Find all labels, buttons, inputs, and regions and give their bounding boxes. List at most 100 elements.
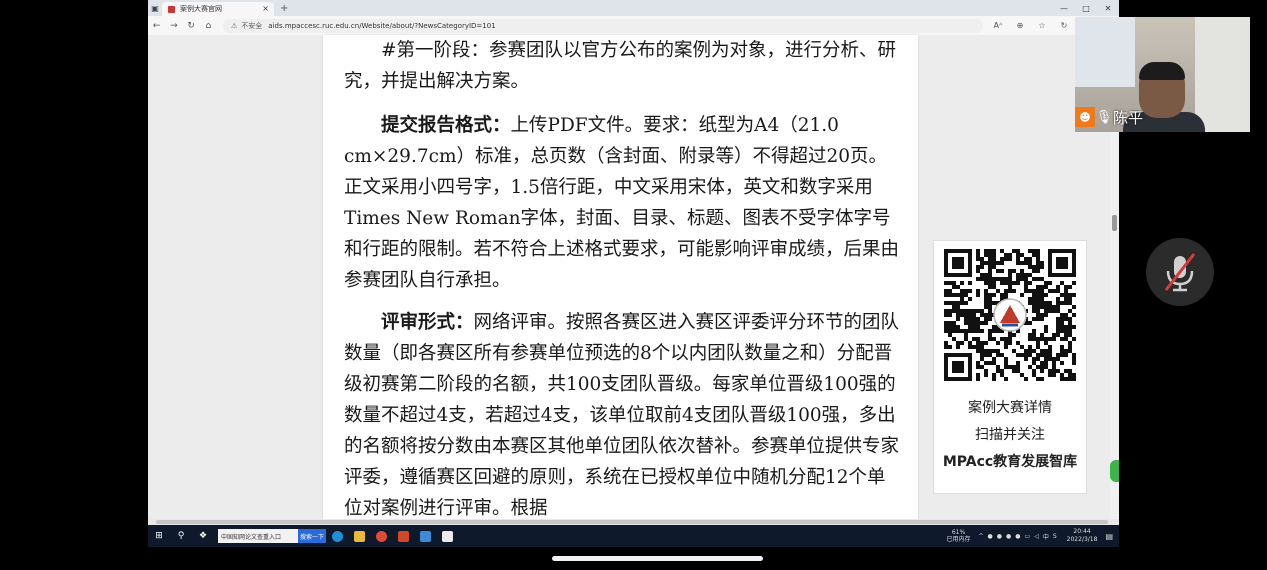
qr-module bbox=[1024, 353, 1028, 357]
window-menu-icon[interactable]: ▣ bbox=[148, 0, 162, 16]
qr-module bbox=[1000, 261, 1004, 265]
qr-module bbox=[976, 317, 980, 321]
qr-module bbox=[1068, 325, 1072, 329]
qr-module bbox=[1016, 361, 1020, 365]
back-icon[interactable]: ← bbox=[148, 21, 165, 31]
forward-icon[interactable]: → bbox=[165, 21, 182, 31]
qr-module bbox=[1068, 321, 1072, 325]
qr-module bbox=[1052, 333, 1056, 337]
qr-module bbox=[1036, 249, 1040, 253]
qr-module bbox=[1044, 341, 1048, 345]
notification-icon[interactable]: ▤ bbox=[1105, 532, 1113, 541]
qr-module bbox=[944, 289, 948, 293]
qr-module bbox=[1032, 337, 1036, 341]
qr-module bbox=[1044, 353, 1048, 357]
document-app-icon[interactable] bbox=[436, 525, 458, 547]
qr-module bbox=[1008, 281, 1012, 285]
qr-caption-line3: MPAcc教育发展智库 bbox=[942, 454, 1078, 470]
qr-module bbox=[948, 309, 952, 313]
minimize-button[interactable]: — bbox=[1053, 0, 1075, 16]
ime-indicator[interactable]: 中 bbox=[1043, 532, 1049, 541]
tray-app-icon[interactable]: ● bbox=[1015, 533, 1020, 540]
search-icon[interactable]: ⚲ bbox=[170, 525, 192, 547]
taskbar-search-input[interactable]: 中国知网论文查重入口 bbox=[218, 529, 298, 543]
qr-module bbox=[996, 329, 1000, 333]
qr-module bbox=[1060, 317, 1064, 321]
network-icon[interactable]: ▭ bbox=[1025, 533, 1031, 540]
qr-module bbox=[1004, 361, 1008, 365]
qr-module bbox=[1040, 337, 1044, 341]
qr-module bbox=[988, 313, 992, 317]
qr-module bbox=[1032, 301, 1036, 305]
url-field[interactable]: ⚠ 不安全 aids.mpaccesc.ruc.edu.cn/Website/a… bbox=[223, 18, 983, 33]
zoom-icon[interactable]: ⊕ bbox=[1009, 21, 1031, 31]
qr-module bbox=[972, 329, 976, 333]
qr-module bbox=[1044, 285, 1048, 289]
photos-app-icon[interactable] bbox=[414, 525, 436, 547]
qr-module bbox=[944, 341, 948, 345]
qr-module bbox=[1068, 377, 1072, 381]
browser-tab[interactable]: 案例大赛官网 × bbox=[162, 2, 274, 16]
refresh-icon[interactable]: ↻ bbox=[183, 21, 200, 31]
qr-module bbox=[1020, 269, 1024, 273]
qr-module bbox=[956, 313, 960, 317]
home-indicator[interactable] bbox=[552, 556, 763, 561]
qr-module bbox=[992, 265, 996, 269]
qr-module bbox=[1040, 293, 1044, 297]
qr-module bbox=[1068, 349, 1072, 353]
qr-module bbox=[1052, 361, 1056, 365]
qr-module bbox=[1060, 293, 1064, 297]
chrome-app-icon[interactable] bbox=[370, 525, 392, 547]
qr-module bbox=[956, 341, 960, 345]
powerpoint-app-icon[interactable] bbox=[392, 525, 414, 547]
qr-module bbox=[1044, 337, 1048, 341]
task-view-icon[interactable]: ❖ bbox=[192, 525, 214, 547]
mute-button[interactable] bbox=[1146, 238, 1214, 306]
close-window-button[interactable]: ✕ bbox=[1097, 0, 1119, 16]
qr-module bbox=[948, 345, 952, 349]
taskbar-search-button[interactable]: 搜索一下 bbox=[298, 529, 326, 543]
qr-module bbox=[976, 249, 980, 253]
sync-icon[interactable]: ↻ bbox=[1053, 21, 1075, 31]
horizontal-scroll-thumb[interactable] bbox=[156, 520, 1108, 524]
edge-app-icon[interactable] bbox=[326, 525, 348, 547]
qr-module bbox=[980, 273, 984, 277]
file-explorer-icon[interactable] bbox=[348, 525, 370, 547]
video-background-wall bbox=[1195, 17, 1250, 132]
floating-widget-icon[interactable] bbox=[1110, 460, 1119, 482]
qr-module bbox=[1068, 341, 1072, 345]
scroll-thumb[interactable] bbox=[1112, 215, 1117, 231]
favorite-icon[interactable]: ☆ bbox=[1031, 21, 1053, 31]
qr-module bbox=[964, 309, 968, 313]
participant-video[interactable]: ☻ 🎙 陈平 bbox=[1075, 17, 1250, 132]
qr-module bbox=[1020, 353, 1024, 357]
home-icon[interactable]: ⌂ bbox=[200, 21, 217, 31]
tray-app-icon[interactable]: ● bbox=[997, 533, 1002, 540]
new-tab-button[interactable]: + bbox=[280, 3, 288, 14]
microphone-icon[interactable]: ● bbox=[988, 533, 993, 540]
qr-module bbox=[1032, 297, 1036, 301]
qr-module bbox=[1024, 277, 1028, 281]
start-icon[interactable]: ⊞ bbox=[148, 525, 170, 547]
clock[interactable]: 20:44 2022/3/18 bbox=[1067, 528, 1098, 544]
qr-code-image[interactable] bbox=[944, 249, 1076, 381]
qr-module bbox=[988, 269, 992, 273]
qr-module bbox=[968, 313, 972, 317]
qr-module bbox=[1024, 289, 1028, 293]
tab-close-icon[interactable]: × bbox=[262, 4, 269, 13]
tray-expand-icon[interactable]: ^ bbox=[979, 533, 984, 540]
tray-app-icon[interactable]: ● bbox=[1006, 533, 1011, 540]
read-aloud-icon[interactable]: Aᴬ bbox=[987, 21, 1009, 31]
volume-icon[interactable]: ◁ bbox=[1034, 533, 1039, 540]
qr-module bbox=[988, 337, 992, 341]
qr-module bbox=[972, 313, 976, 317]
qr-module bbox=[956, 301, 960, 305]
qr-module bbox=[1028, 365, 1032, 369]
video-background-window bbox=[1075, 17, 1135, 87]
memory-percent: 61% bbox=[951, 529, 966, 536]
input-method-icon[interactable]: S bbox=[1053, 533, 1057, 540]
qr-module bbox=[1036, 277, 1040, 281]
maximize-button[interactable]: □ bbox=[1075, 0, 1097, 16]
qr-module bbox=[1036, 261, 1040, 265]
qr-module bbox=[1012, 349, 1016, 353]
